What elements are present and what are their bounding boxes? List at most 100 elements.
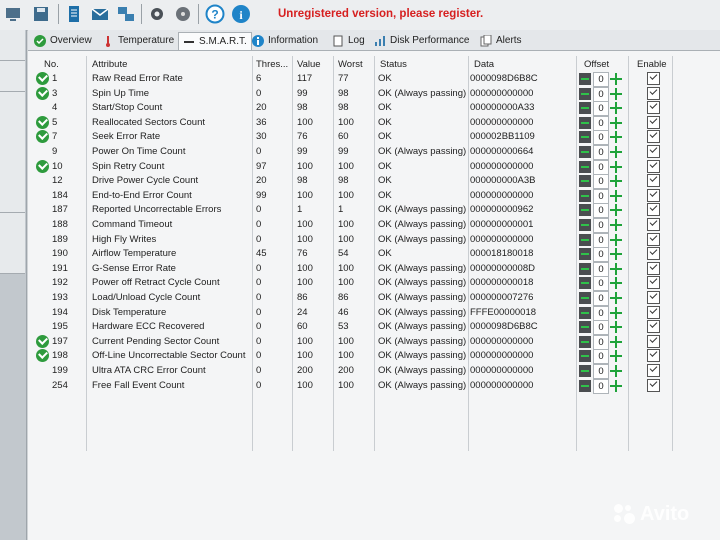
table-row[interactable]: 12 Drive Power Cycle Count 20 98 98 OK 0000000… <box>28 174 720 190</box>
offset-value[interactable]: 0 <box>593 378 609 394</box>
table-row[interactable]: 193 Load/Unload Cycle Count 0 86 86 OK (Alway… <box>28 291 720 306</box>
offset-increment-button[interactable] <box>610 219 622 231</box>
offset-decrement-button[interactable] <box>579 204 591 217</box>
header-enable[interactable]: Enable <box>637 59 667 71</box>
offset-increment-button[interactable] <box>610 189 622 202</box>
offset-decrement-button[interactable] <box>579 365 591 377</box>
offset-increment-button[interactable] <box>610 350 622 363</box>
left-pane-item[interactable] <box>0 61 25 92</box>
offset-decrement-button[interactable] <box>579 160 591 173</box>
offset-value[interactable]: 0 <box>593 188 609 204</box>
offset-value[interactable]: 0 <box>593 320 609 336</box>
save-icon[interactable] <box>30 3 52 25</box>
header-value[interactable]: Value <box>297 59 321 71</box>
table-row[interactable]: 187 Reported Uncorrectable Errors 0 1 1 OK (A… <box>28 203 720 219</box>
offset-decrement-button[interactable] <box>579 233 591 246</box>
offset-decrement-button[interactable] <box>579 277 591 290</box>
header-data[interactable]: Data <box>474 59 494 71</box>
enable-checkbox[interactable] <box>647 218 660 231</box>
table-row[interactable]: 7 Seek Error Rate 30 76 60 OK 000002BB1109 0 <box>28 130 720 146</box>
help-icon[interactable]: ? <box>204 3 226 25</box>
offset-increment-button[interactable] <box>610 116 622 129</box>
table-row[interactable]: 195 Hardware ECC Recovered 0 60 53 OK (Always… <box>28 320 720 336</box>
offset-value[interactable]: 0 <box>593 145 609 160</box>
offset-increment-button[interactable] <box>610 73 622 85</box>
offset-decrement-button[interactable] <box>579 321 591 334</box>
info-icon[interactable]: i <box>230 3 252 25</box>
header-status[interactable]: Status <box>380 59 407 71</box>
left-pane-item[interactable] <box>0 92 25 213</box>
offset-increment-button[interactable] <box>610 335 622 348</box>
table-row[interactable]: 1 Raw Read Error Rate 6 117 77 OK 0000098D6B8C… <box>28 72 720 87</box>
offset-increment-button[interactable] <box>610 321 622 334</box>
offset-value[interactable]: 0 <box>593 261 609 277</box>
email-icon[interactable] <box>89 3 111 25</box>
offset-increment-button[interactable] <box>610 146 622 158</box>
offset-increment-button[interactable] <box>610 379 622 392</box>
network-icon[interactable] <box>115 3 137 25</box>
tab-disk-performance[interactable]: Disk Performance <box>374 32 469 49</box>
offset-decrement-button[interactable] <box>579 175 591 188</box>
offset-decrement-button[interactable] <box>579 116 591 129</box>
tab-alerts[interactable]: Alerts <box>480 32 522 49</box>
enable-checkbox[interactable] <box>647 334 660 348</box>
offset-increment-button[interactable] <box>610 292 622 304</box>
header-no[interactable]: No. <box>44 59 59 71</box>
enable-checkbox[interactable] <box>647 232 660 246</box>
offset-increment-button[interactable] <box>610 248 622 261</box>
offset-decrement-button[interactable] <box>579 87 591 100</box>
offset-decrement-button[interactable] <box>579 379 591 392</box>
enable-checkbox[interactable] <box>647 291 660 304</box>
table-row[interactable]: 5 Reallocated Sectors Count 36 100 100 OK 0000… <box>28 115 720 131</box>
offset-decrement-button[interactable] <box>579 262 591 275</box>
offset-increment-button[interactable] <box>610 175 622 188</box>
enable-checkbox[interactable] <box>647 159 660 173</box>
offset-decrement-button[interactable] <box>579 248 591 261</box>
settings-icon[interactable] <box>146 3 168 25</box>
enable-checkbox[interactable] <box>647 364 660 377</box>
tab-smart[interactable]: S.M.A.R.T. <box>178 32 252 50</box>
offset-increment-button[interactable] <box>610 306 622 319</box>
offset-value[interactable]: 0 <box>593 247 609 263</box>
offset-increment-button[interactable] <box>610 131 622 144</box>
table-row[interactable]: 190 Airflow Temperature 45 76 54 OK 0000181800… <box>28 247 720 263</box>
offset-value[interactable]: 0 <box>593 276 609 292</box>
table-row[interactable]: 194 Disk Temperature 0 24 46 OK (Always passi… <box>28 305 720 321</box>
enable-checkbox[interactable] <box>647 203 660 217</box>
table-row[interactable]: 9 Power On Time Count 0 99 99 OK (Always pass… <box>28 145 720 160</box>
enable-checkbox[interactable] <box>647 320 660 334</box>
offset-increment-button[interactable] <box>610 277 622 290</box>
enable-checkbox[interactable] <box>647 72 660 85</box>
enable-checkbox[interactable] <box>647 130 660 144</box>
offset-value[interactable]: 0 <box>593 349 609 365</box>
disk-icon[interactable] <box>172 3 194 25</box>
table-row[interactable]: 191 G-Sense Error Rate 0 100 100 OK (Always p… <box>28 261 720 277</box>
tab-information[interactable]: Information <box>252 32 318 49</box>
header-offset[interactable]: Offset <box>584 59 609 71</box>
enable-checkbox[interactable] <box>647 86 660 100</box>
offset-decrement-button[interactable] <box>579 73 591 85</box>
offset-decrement-button[interactable] <box>579 189 591 202</box>
table-row[interactable]: 10 Spin Retry Count 97 100 100 OK 000000000000… <box>28 159 720 175</box>
report-icon[interactable] <box>63 3 85 25</box>
offset-increment-button[interactable] <box>610 233 622 246</box>
tab-overview[interactable]: Overview <box>34 32 92 49</box>
offset-value[interactable]: 0 <box>593 334 609 350</box>
computer-icon[interactable] <box>2 3 24 25</box>
offset-increment-button[interactable] <box>610 87 622 100</box>
offset-value[interactable]: 0 <box>593 159 609 175</box>
offset-value[interactable]: 0 <box>593 174 609 190</box>
offset-value[interactable]: 0 <box>593 115 609 131</box>
enable-checkbox[interactable] <box>647 378 660 392</box>
table-row[interactable]: 4 Start/Stop Count 20 98 98 OK 000000000A33 0 <box>28 101 720 117</box>
offset-value[interactable]: 0 <box>593 203 609 219</box>
enable-checkbox[interactable] <box>647 115 660 129</box>
tab-log[interactable]: Log <box>332 32 365 49</box>
offset-decrement-button[interactable] <box>579 219 591 231</box>
table-row[interactable]: 199 Ultra ATA CRC Error Count 0 200 200 OK (A… <box>28 364 720 379</box>
offset-value[interactable]: 0 <box>593 364 609 379</box>
offset-increment-button[interactable] <box>610 102 622 115</box>
offset-value[interactable]: 0 <box>593 305 609 321</box>
tab-temperature[interactable]: Temperature <box>102 32 174 49</box>
enable-checkbox[interactable] <box>647 145 660 158</box>
